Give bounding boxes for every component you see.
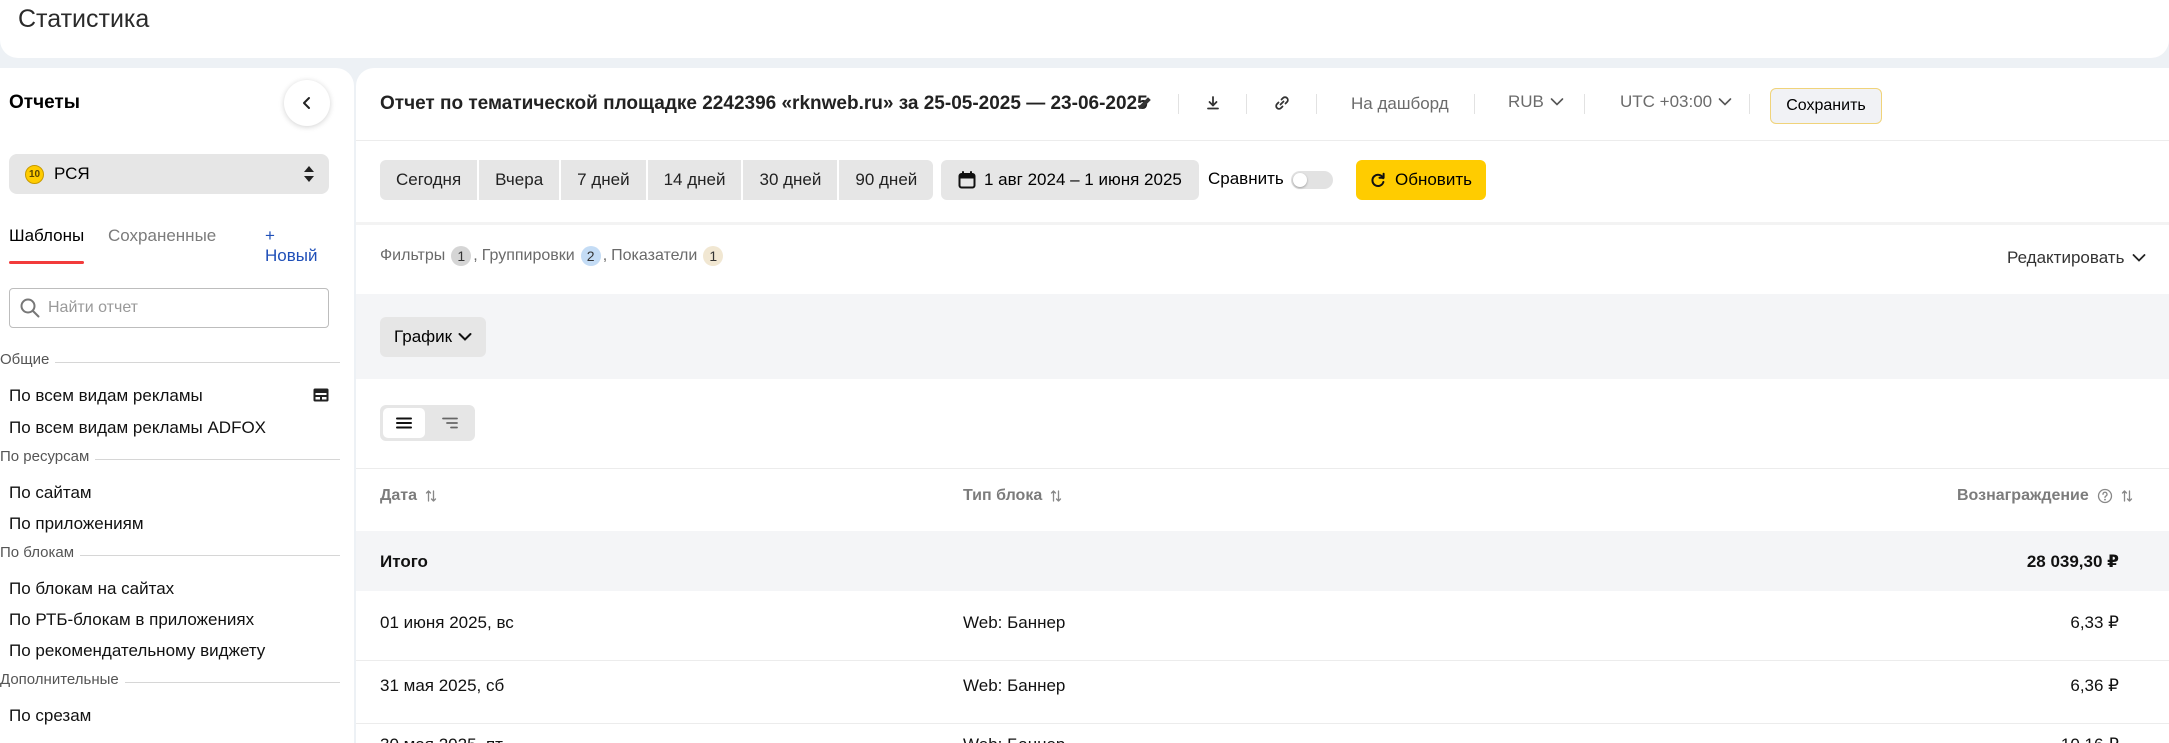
group-label: По блокам: [0, 544, 81, 561]
edit-settings-button[interactable]: Редактировать: [2007, 248, 2146, 268]
report-panel: Отчет по тематической площадке 2242396 «…: [356, 68, 2169, 743]
period-7-days-button[interactable]: 7 дней: [561, 160, 648, 200]
refresh-label: Обновить: [1395, 170, 1472, 189]
collapse-sidebar-button[interactable]: [284, 80, 330, 126]
select-arrows-icon: [304, 166, 314, 182]
sidebar-item-apps[interactable]: По приложениям: [9, 514, 144, 534]
flat-list-view-button[interactable]: [383, 408, 425, 438]
filters-label: Фильтры: [380, 247, 446, 264]
group-resources: По ресурсам: [0, 448, 340, 470]
metrics-label: Показатели: [611, 247, 698, 264]
sidebar-item-recommend-widget[interactable]: По рекомендательному виджету: [9, 641, 265, 661]
period-30-days-button[interactable]: 30 дней: [743, 160, 840, 200]
report-settings-summary[interactable]: Фильтры 1 , Группировки 2 , Показатели 1: [380, 246, 725, 266]
table-row-date: 01 июня 2025, вс: [380, 613, 514, 632]
period-today-button[interactable]: Сегодня: [380, 160, 480, 200]
period-presets: Сегодня Вчера 7 дней 14 дней 30 дней 90 …: [380, 160, 934, 200]
table-row-block-type: Web: Баннер: [963, 735, 1065, 743]
sidebar-item-site-blocks[interactable]: По блокам на сайтах: [9, 579, 174, 599]
tab-saved[interactable]: Сохраненные: [108, 226, 216, 260]
timezone-select[interactable]: UTC +03:00: [1620, 92, 1732, 112]
table-row-date: 30 мая 2025, пт: [380, 735, 503, 743]
refresh-icon: [1371, 172, 1385, 187]
tree-view-button[interactable]: [429, 408, 471, 438]
chevron-down-icon: [458, 333, 472, 341]
table-row-reward: 6,36 ₽: [2070, 676, 2119, 695]
group-label: Общие: [0, 351, 56, 368]
save-button[interactable]: Сохранить: [1770, 88, 1882, 124]
top-header: Статистика: [0, 0, 2169, 58]
groupings-count: 2: [580, 246, 601, 266]
chevron-down-icon: [2133, 254, 2146, 262]
link-icon[interactable]: [1273, 94, 1291, 112]
date-range-picker[interactable]: 1 авг 2024 – 1 июня 2025: [941, 160, 1199, 200]
product-badge: 10: [25, 164, 44, 184]
compare-toggle[interactable]: [1291, 171, 1333, 189]
date-range-value: 1 авг 2024 – 1 июня 2025: [984, 170, 1182, 189]
sidebar-item-slices[interactable]: По срезам: [9, 706, 91, 726]
table-view-switch: [380, 405, 475, 441]
tree-list-icon: [442, 417, 458, 429]
chevron-down-icon: [1718, 98, 1732, 106]
dashboard-link[interactable]: На дашборд: [1351, 94, 1449, 114]
currency-select[interactable]: RUB: [1508, 92, 1564, 112]
list-icon: [396, 417, 412, 429]
currency-value: RUB: [1508, 92, 1544, 111]
sidebar: Отчеты 10 РСЯ Шаблоны Сохраненные + Новы…: [0, 68, 354, 743]
sidebar-title: Отчеты: [9, 92, 80, 113]
edit-pencil-icon[interactable]: [1136, 94, 1154, 112]
compare-label: Сравнить: [1208, 169, 1284, 188]
period-14-days-button[interactable]: 14 дней: [648, 160, 744, 200]
new-report-link[interactable]: + Новый: [265, 226, 329, 265]
product-select[interactable]: 10 РСЯ: [9, 154, 329, 194]
app-title: Статистика: [18, 5, 150, 33]
sort-icon: [2121, 490, 2132, 502]
total-label: Итого: [380, 552, 428, 571]
period-yesterday-button[interactable]: Вчера: [479, 160, 562, 200]
chart-section: [356, 294, 2169, 379]
table-row-reward: 6,33 ₽: [2070, 613, 2119, 632]
search-input[interactable]: [48, 299, 318, 317]
sidebar-item-rtb-app-blocks[interactable]: По РТБ-блокам в приложениях: [9, 610, 254, 630]
chevron-left-icon: [303, 97, 310, 109]
calendar-icon: [958, 171, 976, 189]
timezone-value: UTC +03:00: [1620, 92, 1713, 111]
report-title: Отчет по тематической площадке 2242396 «…: [380, 93, 1148, 114]
group-label: Дополнительные: [0, 671, 125, 688]
sidebar-item-all-ads[interactable]: По всем видам рекламы: [9, 386, 203, 406]
groupings-label: Группировки: [481, 247, 575, 264]
search-icon: [20, 298, 40, 318]
sort-icon: [425, 490, 437, 502]
group-general: Общие: [0, 351, 340, 373]
sort-icon: [1051, 490, 1062, 502]
table-row-block-type: Web: Баннер: [963, 676, 1066, 695]
column-header-date[interactable]: Дата: [380, 487, 437, 505]
column-header-reward[interactable]: Вознаграждение: [1957, 487, 2133, 505]
table-row-reward: 10,16 ₽: [1856, 735, 2119, 743]
table-row-date: 31 мая 2025, сб: [380, 676, 505, 695]
chart-toggle-button[interactable]: График: [380, 317, 487, 357]
metrics-count: 1: [703, 246, 724, 266]
total-reward: 28 039,30 ₽: [2026, 552, 2119, 571]
tab-templates[interactable]: Шаблоны: [9, 226, 85, 264]
product-select-value: РСЯ: [54, 164, 90, 183]
period-90-days-button[interactable]: 90 дней: [839, 160, 933, 200]
sidebar-item-all-ads-adfox[interactable]: По всем видам рекламы ADFOX: [9, 418, 266, 438]
table-icon[interactable]: [313, 388, 329, 402]
report-search: [9, 288, 329, 328]
report-tabs: Шаблоны Сохраненные + Новый: [9, 226, 329, 265]
group-label: По ресурсам: [0, 448, 96, 465]
column-header-block-type[interactable]: Тип блока: [963, 487, 1062, 505]
group-blocks: По блокам: [0, 544, 340, 566]
help-icon[interactable]: [2097, 488, 2113, 504]
group-extra: Дополнительные: [0, 671, 340, 693]
sidebar-item-sites[interactable]: По сайтам: [9, 483, 92, 503]
table-row-block-type: Web: Баннер: [963, 613, 1066, 632]
refresh-button[interactable]: Обновить: [1356, 160, 1486, 200]
chevron-down-icon: [1550, 98, 1564, 106]
download-icon[interactable]: [1205, 94, 1221, 112]
filters-count: 1: [451, 246, 472, 266]
